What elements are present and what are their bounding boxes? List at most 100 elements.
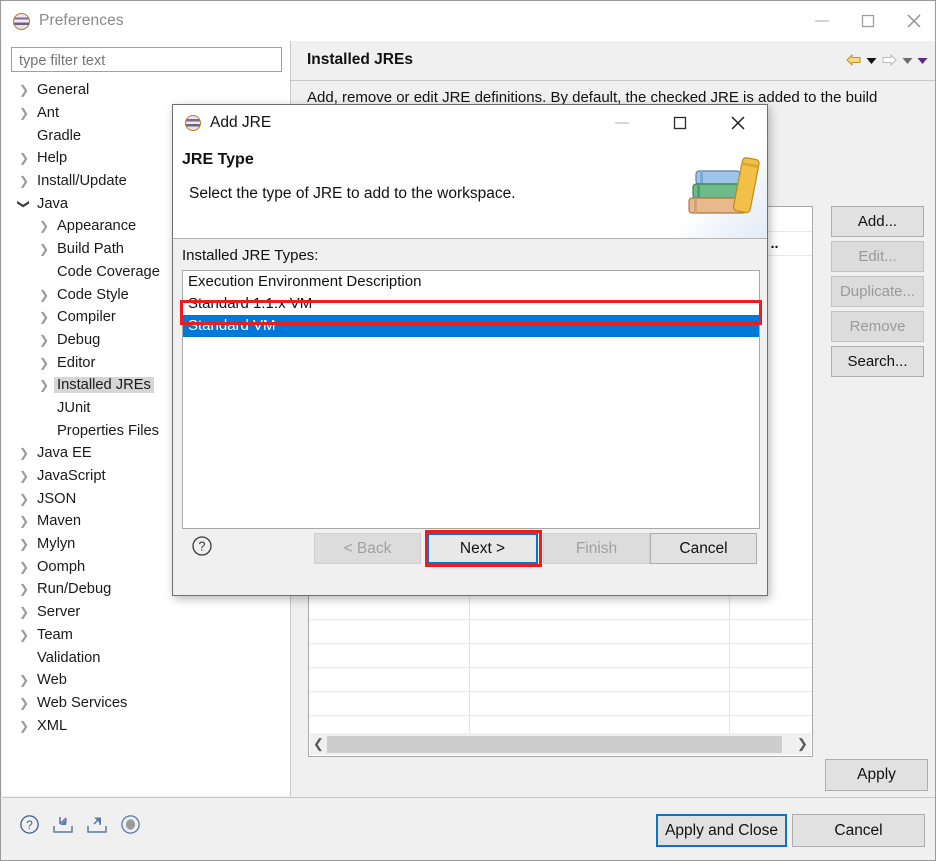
- chevron-right-icon[interactable]: ❯: [14, 561, 34, 573]
- chevron-right-icon[interactable]: ❯: [14, 674, 34, 686]
- close-icon[interactable]: [891, 1, 935, 41]
- window-title: Preferences: [39, 12, 124, 29]
- dialog-header: JRE Type Select the type of JRE to add t…: [173, 141, 767, 239]
- dialog-title-bar: Add JRE: [173, 105, 767, 141]
- preferences-title-bar: Preferences: [1, 1, 935, 41]
- filter-input[interactable]: [11, 47, 282, 72]
- chevron-right-icon[interactable]: ❯: [14, 583, 34, 595]
- sidebar-item-label: Java: [37, 195, 69, 212]
- chevron-right-icon[interactable]: ❯: [34, 243, 54, 255]
- sidebar-item-server[interactable]: ❯ Server: [2, 601, 290, 624]
- header-divider: [291, 80, 935, 81]
- sidebar-item-label: Build Path: [57, 241, 124, 258]
- row-separator: [309, 691, 812, 692]
- sidebar-item-label: Java EE: [37, 445, 92, 462]
- chevron-right-icon[interactable]: ❯: [34, 220, 54, 232]
- list-item[interactable]: Execution Environment Description: [183, 271, 759, 293]
- dialog-close-icon[interactable]: [709, 105, 767, 141]
- jre-type-listbox[interactable]: Execution Environment Description Standar…: [182, 270, 760, 529]
- chevron-right-icon[interactable]: ❯: [14, 152, 34, 164]
- dialog-window-controls: [593, 105, 767, 141]
- dialog-maximize-icon[interactable]: [651, 105, 709, 141]
- apply-and-close-button[interactable]: Apply and Close: [656, 814, 787, 847]
- sidebar-item-label: Web Services: [37, 694, 128, 711]
- chevron-right-icon[interactable]: ❯: [34, 334, 54, 346]
- back-arrow-icon[interactable]: [845, 53, 862, 72]
- horizontal-scrollbar[interactable]: ❮ ❯: [310, 733, 811, 755]
- list-item[interactable]: Standard VM: [183, 315, 759, 337]
- import-icon[interactable]: [52, 814, 74, 840]
- add-button[interactable]: Add...: [831, 206, 924, 237]
- row-separator: [309, 715, 812, 716]
- sidebar-item-label: JSON: [37, 490, 77, 507]
- books-banner-icon: [679, 141, 767, 238]
- window-controls: [799, 1, 935, 41]
- sidebar-item-web-services[interactable]: ❯ Web Services: [2, 692, 290, 715]
- next-button[interactable]: Next >: [427, 533, 538, 564]
- sidebar-item-label: JavaScript: [37, 468, 106, 485]
- scroll-right-icon[interactable]: ❯: [794, 736, 811, 752]
- sidebar-item-label: Web: [37, 672, 67, 689]
- help-icon[interactable]: ?: [19, 814, 40, 840]
- export-icon[interactable]: [86, 814, 108, 840]
- navigation-icons: [845, 53, 928, 72]
- chevron-right-icon[interactable]: ❯: [14, 107, 34, 119]
- row-separator: [309, 643, 812, 644]
- menu-dropdown-icon[interactable]: [917, 57, 928, 68]
- sidebar-item-general[interactable]: ❯ General: [2, 79, 290, 102]
- chevron-right-icon[interactable]: ❯: [34, 357, 54, 369]
- dialog-help-icon[interactable]: ?: [191, 535, 213, 562]
- sidebar-item-web[interactable]: ❯ Web: [2, 669, 290, 692]
- chevron-right-icon[interactable]: ❯: [14, 84, 34, 96]
- sidebar-item-label: XML: [37, 717, 68, 734]
- scrollbar-thumb[interactable]: [327, 735, 782, 753]
- edit-button: Edit...: [831, 241, 924, 272]
- preferences-cancel-button[interactable]: Cancel: [792, 814, 925, 847]
- list-item[interactable]: Standard 1.1.x VM: [183, 293, 759, 315]
- sidebar-item-label: Compiler: [57, 309, 116, 326]
- sidebar-item-validation[interactable]: Validation: [2, 646, 290, 669]
- sidebar-item-label: General: [37, 82, 90, 99]
- maximize-icon[interactable]: [845, 1, 891, 41]
- chevron-right-icon[interactable]: ❯: [14, 720, 34, 732]
- sidebar-item-label: Editor: [57, 354, 96, 371]
- forward-dropdown-icon[interactable]: [902, 57, 913, 68]
- chevron-right-icon[interactable]: ❯: [14, 447, 34, 459]
- duplicate-button: Duplicate...: [831, 276, 924, 307]
- chevron-right-icon[interactable]: ❯: [14, 538, 34, 550]
- chevron-right-icon[interactable]: ❯: [14, 175, 34, 187]
- sidebar-item-label: Code Style: [57, 286, 129, 303]
- sidebar-item-team[interactable]: ❯ Team: [2, 624, 290, 647]
- chevron-right-icon[interactable]: ❯: [14, 515, 34, 527]
- apply-button[interactable]: Apply: [825, 759, 928, 791]
- dialog-minimize-icon[interactable]: [593, 105, 651, 141]
- chevron-right-icon[interactable]: ❯: [14, 606, 34, 618]
- sidebar-item-label: Run/Debug: [37, 581, 112, 598]
- scroll-left-icon[interactable]: ❮: [310, 736, 327, 752]
- chevron-right-icon[interactable]: ❯: [14, 697, 34, 709]
- chevron-right-icon[interactable]: ❯: [34, 289, 54, 301]
- minimize-icon[interactable]: [799, 1, 845, 41]
- chevron-right-icon[interactable]: ❯: [34, 311, 54, 323]
- svg-text:?: ?: [199, 540, 206, 554]
- sidebar-item-label: Team: [37, 626, 73, 643]
- sidebar-item-label: Code Coverage: [57, 263, 160, 280]
- restore-defaults-icon[interactable]: [120, 814, 141, 840]
- row-separator: [309, 667, 812, 668]
- sidebar-item-label: Debug: [57, 331, 101, 348]
- chevron-right-icon[interactable]: ❯: [14, 493, 34, 505]
- sidebar-item-label: Server: [37, 604, 81, 621]
- chevron-right-icon[interactable]: ❯: [14, 629, 34, 641]
- back-button: < Back: [314, 533, 421, 564]
- back-dropdown-icon[interactable]: [866, 57, 877, 68]
- preferences-window: Preferences ❯General❯AntGradle❯Help❯Inst…: [0, 0, 936, 861]
- chevron-right-icon[interactable]: ❯: [14, 470, 34, 482]
- dialog-description: Select the type of JRE to add to the wor…: [189, 185, 516, 202]
- sidebar-item-xml[interactable]: ❯ XML: [2, 714, 290, 737]
- search-button[interactable]: Search...: [831, 346, 924, 377]
- chevron-down-icon[interactable]: ❯: [17, 194, 31, 214]
- svg-text:?: ?: [26, 818, 33, 832]
- cancel-button[interactable]: Cancel: [650, 533, 757, 564]
- chevron-right-icon[interactable]: ❯: [34, 379, 54, 391]
- footer-icons: ?: [19, 814, 141, 840]
